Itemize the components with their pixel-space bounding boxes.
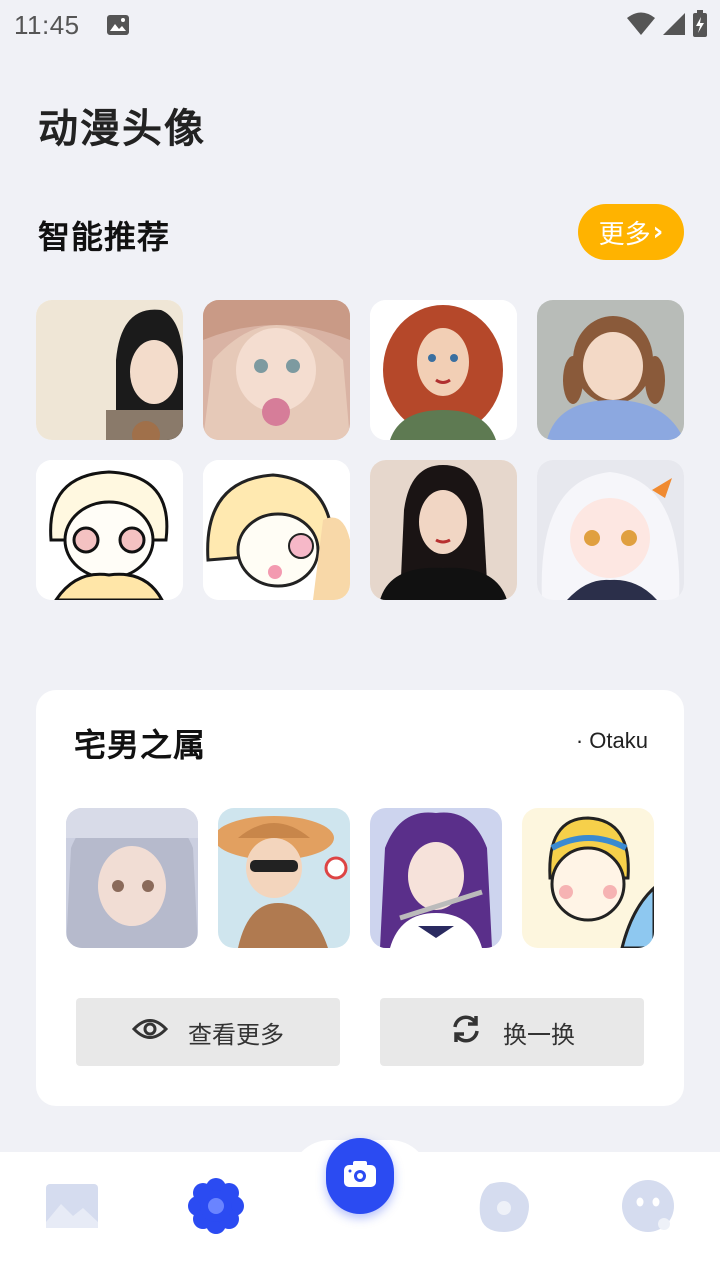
avatar-anime-girl-straw-hat-sunglasses[interactable] — [218, 808, 350, 948]
status-bar: 11:45 — [0, 0, 720, 50]
avatar-chibi-sleepy-girl[interactable] — [203, 460, 350, 600]
page-title: 动漫头像 — [38, 106, 206, 152]
avatar-anime-white-hair-girl[interactable] — [537, 460, 684, 600]
avatar-girl-pigtails-blue-sweater[interactable] — [537, 300, 684, 440]
blob-icon — [476, 1178, 532, 1238]
view-more-button[interactable]: 查看更多 — [76, 998, 340, 1066]
avatar-anime-girl-grey-hair[interactable] — [66, 808, 198, 948]
avatar-curly-red-hair-girl[interactable] — [370, 300, 517, 440]
section-title-recommend: 智能推荐 — [38, 218, 171, 256]
status-time: 11:45 — [14, 9, 80, 40]
battery-icon — [692, 10, 708, 43]
face-icon — [620, 1178, 676, 1238]
otaku-avatar-row — [66, 808, 654, 948]
wifi-icon — [626, 11, 656, 42]
view-more-label: 查看更多 — [188, 1020, 284, 1049]
avatar-anime-girl-lollipop[interactable] — [203, 300, 350, 440]
nav-face[interactable] — [620, 1180, 676, 1236]
nav-blob[interactable] — [476, 1180, 532, 1236]
avatar-cartoon-boy-yellow-hair[interactable] — [522, 808, 654, 948]
signal-icon — [662, 11, 686, 42]
chevron-right-icon: › — [652, 217, 664, 247]
avatar-chibi-blonde-child[interactable] — [36, 460, 183, 600]
nav-flower[interactable] — [188, 1178, 244, 1238]
gallery-icon — [45, 1182, 99, 1234]
camera-button[interactable] — [326, 1138, 394, 1214]
otaku-card: 宅男之属 · Otaku 查看更多 换一换 — [36, 690, 684, 1106]
more-button[interactable]: 更多 › — [578, 204, 684, 260]
card-subtitle: · Otaku — [575, 728, 648, 753]
recommend-grid — [36, 300, 684, 600]
more-button-label: 更多 — [598, 219, 651, 250]
swap-button[interactable]: 换一换 — [380, 998, 644, 1066]
swap-label: 换一换 — [503, 1020, 575, 1049]
image-notification-icon — [106, 14, 130, 36]
nav-gallery[interactable] — [44, 1180, 100, 1236]
flower-icon — [188, 1178, 244, 1238]
avatar-woman-black-dress[interactable] — [370, 460, 517, 600]
eye-icon — [131, 1016, 169, 1048]
refresh-icon — [449, 1012, 483, 1052]
camera-icon — [343, 1160, 377, 1192]
card-title: 宅男之属 — [74, 726, 207, 764]
avatar-anime-girl-purple-hair-flute[interactable] — [370, 808, 502, 948]
avatar-girl-portrait-black-hair[interactable] — [36, 300, 183, 440]
